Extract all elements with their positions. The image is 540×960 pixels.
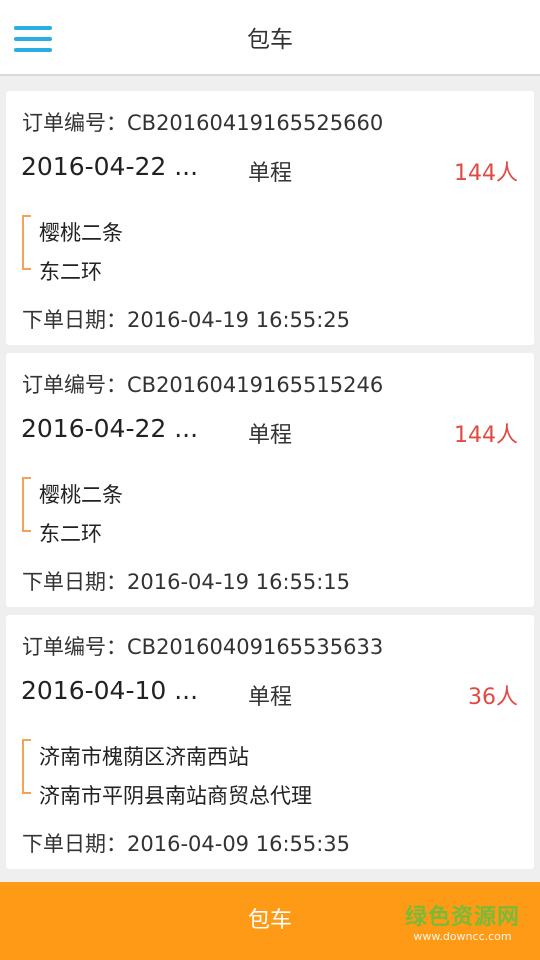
order-created-date: 下单日期：2016-04-19 16:55:15 [22, 570, 351, 594]
app-header: 包车 [0, 0, 540, 76]
watermark-logo: 绿色资源网 www.downcc.com [405, 906, 520, 944]
page-title: 包车 [247, 27, 293, 53]
order-card[interactable]: 订单编号：CB20160419165515246 2016-04-22 ... … [6, 353, 534, 607]
order-created-date: 下单日期：2016-04-09 16:55:35 [22, 832, 351, 856]
trip-type: 单程 [248, 685, 293, 710]
route-from: 樱桃二条 [39, 483, 123, 507]
route-to: 济南市平阴县南站商贸总代理 [39, 784, 312, 808]
order-card[interactable]: 订单编号：CB20160419165525660 2016-04-22 ... … [6, 91, 534, 345]
order-date: 2016-04-10 ... [21, 676, 199, 705]
passenger-count: 36人 [468, 685, 518, 710]
trip-type: 单程 [248, 161, 293, 186]
watermark-url: www.downcc.com [413, 930, 512, 943]
order-number: 订单编号：CB20160419165515246 [22, 373, 384, 397]
trip-type: 单程 [248, 423, 293, 448]
order-card[interactable]: 订单编号：CB20160409165535633 2016-04-10 ... … [6, 615, 534, 869]
order-number: 订单编号：CB20160409165535633 [22, 635, 384, 659]
watermark-text: 绿色资源网 [404, 905, 520, 930]
passenger-count: 144人 [454, 423, 518, 448]
order-number: 订单编号：CB20160419165525660 [22, 111, 384, 135]
passenger-count: 144人 [454, 161, 518, 186]
charter-button[interactable]: 包车 绿色资源网 www.downcc.com [0, 882, 540, 960]
route-to: 东二环 [39, 522, 102, 546]
route-line-icon [22, 477, 31, 532]
route-line-icon [22, 215, 31, 270]
route-from: 济南市槐荫区济南西站 [39, 745, 249, 769]
route-line-icon [22, 739, 31, 794]
route-from: 樱桃二条 [39, 221, 123, 245]
order-created-date: 下单日期：2016-04-19 16:55:25 [22, 308, 351, 332]
order-date: 2016-04-22 ... [21, 414, 199, 443]
route-to: 东二环 [39, 260, 102, 284]
order-date: 2016-04-22 ... [21, 152, 199, 181]
